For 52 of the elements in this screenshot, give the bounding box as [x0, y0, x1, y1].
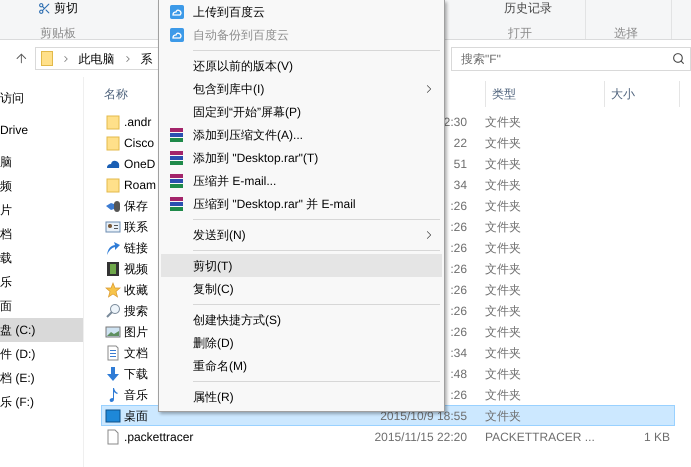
file-name: 链接: [124, 240, 148, 256]
file-name: 文档: [124, 344, 148, 362]
date-cell-text: 2015/11/15 22:20: [373, 428, 467, 446]
date-cell-text: :48: [449, 366, 467, 382]
file-name: 桌面: [124, 408, 148, 424]
file-name: 视频: [124, 260, 148, 278]
file-name: 图片: [124, 324, 148, 340]
date-cell-text: :26: [449, 218, 467, 236]
date-cell-text: :26: [449, 324, 467, 340]
file-name: .packettracer: [124, 428, 194, 446]
date-cell-text: :34: [449, 344, 467, 362]
date-cell-text: 22: [452, 134, 467, 152]
type-cell-text: 文件夹: [485, 282, 522, 298]
size-cell-text: 1 KB: [642, 428, 670, 446]
date-cell-text: :26: [449, 198, 467, 214]
date-cell-text: 51: [452, 156, 467, 172]
file-name: Cisco: [124, 134, 154, 152]
type-cell-text: 文件夹: [485, 198, 522, 214]
group-label: 剪贴板: [40, 25, 76, 42]
type-cell-text: 文件夹: [485, 324, 522, 340]
type-cell-text: 文件夹: [485, 114, 522, 130]
type-cell-text: 文件夹: [485, 240, 522, 256]
file-name: 搜索: [124, 302, 148, 320]
type-cell-text: 文件夹: [485, 218, 522, 236]
type-cell-text: 文件夹: [485, 366, 522, 382]
date-cell-text: 2:30: [442, 114, 467, 130]
file-name: 保存: [124, 198, 148, 214]
type-cell-text: 文件夹: [485, 344, 522, 362]
file-name: .andr: [124, 114, 152, 130]
file-name: 收藏: [124, 282, 148, 298]
type-cell-text: 文件夹: [485, 260, 522, 278]
date-cell-text: :26: [449, 386, 467, 404]
type-cell-text: 文件夹: [485, 134, 522, 152]
date-cell-text: :26: [449, 240, 467, 256]
type-cell-text: 文件夹: [485, 302, 522, 320]
type-cell-text: 文件夹: [485, 156, 522, 172]
date-cell-text: 2015/10/9 18:55: [379, 408, 467, 424]
date-cell-text: :26: [449, 302, 467, 320]
file-name: OneD: [124, 156, 156, 172]
date-cell-text: :26: [449, 260, 467, 278]
file-name: 音乐: [124, 386, 148, 404]
type-cell-text: PACKETTRACER ...: [485, 428, 596, 446]
date-cell-text: :26: [449, 282, 467, 298]
type-cell-text: 文件夹: [485, 386, 522, 404]
type-cell-text: 文件夹: [485, 176, 522, 194]
type-cell-text: 文件夹: [485, 408, 522, 424]
group-label: 选择: [614, 25, 638, 42]
file-name: 下载: [124, 366, 148, 382]
date-cell-text: 34: [452, 176, 467, 194]
file-name: 联系: [124, 218, 148, 236]
file-name: Roam: [124, 176, 156, 194]
group-label: 打开: [508, 25, 532, 42]
